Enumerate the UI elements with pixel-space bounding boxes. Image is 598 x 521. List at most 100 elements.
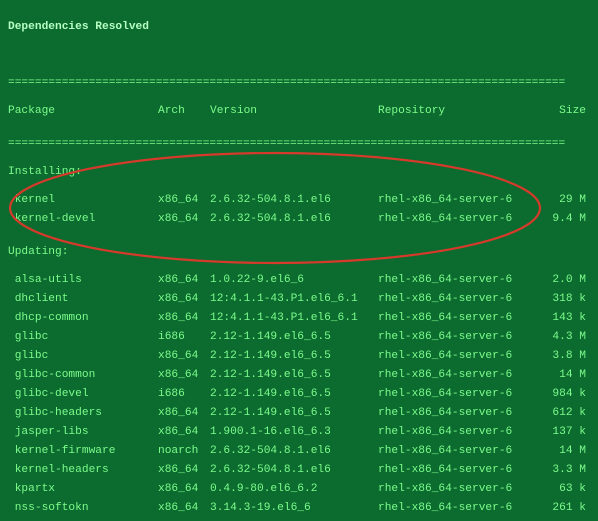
cell-arch: x86_64 <box>158 368 210 382</box>
cell-version: 0.4.9-80.el6_6.2 <box>210 482 378 496</box>
cell-repository: rhel-x86_64-server-6 <box>378 444 546 458</box>
cell-size: 984 k <box>546 387 586 401</box>
table-row: kernel-firmwarenoarch2.6.32-504.8.1.el6r… <box>8 444 590 463</box>
cell-arch: x86_64 <box>158 349 210 363</box>
cell-package: alsa-utils <box>8 273 158 287</box>
cell-repository: rhel-x86_64-server-6 <box>378 311 546 325</box>
cell-version: 2.12-1.149.el6_6.5 <box>210 330 378 344</box>
table-row: kernel-headersx86_642.6.32-504.8.1.el6rh… <box>8 463 590 482</box>
table-row: kpartxx86_640.4.9-80.el6_6.2rhel-x86_64-… <box>8 482 590 501</box>
cell-package: glibc <box>8 349 158 363</box>
cell-package: dhclient <box>8 292 158 306</box>
cell-version: 2.6.32-504.8.1.el6 <box>210 212 378 226</box>
cell-size: 261 k <box>546 501 586 515</box>
cell-arch: x86_64 <box>158 406 210 420</box>
cell-version: 2.6.32-504.8.1.el6 <box>210 193 378 207</box>
cell-repository: rhel-x86_64-server-6 <box>378 273 546 287</box>
cell-size: 14 M <box>546 368 586 382</box>
cell-size: 14 M <box>546 444 586 458</box>
col-arch: Arch <box>158 104 210 118</box>
cell-arch: x86_64 <box>158 425 210 439</box>
cell-repository: rhel-x86_64-server-6 <box>378 292 546 306</box>
cell-arch: x86_64 <box>158 463 210 477</box>
cell-repository: rhel-x86_64-server-6 <box>378 368 546 382</box>
cell-repository: rhel-x86_64-server-6 <box>378 406 546 420</box>
cell-arch: x86_64 <box>158 193 210 207</box>
terminal-output: Dependencies Resolved ==================… <box>0 0 598 521</box>
cell-package: kernel-firmware <box>8 444 158 458</box>
cell-size: 63 k <box>546 482 586 496</box>
heading: Dependencies Resolved <box>8 20 590 34</box>
blank-line <box>8 48 590 62</box>
col-version: Version <box>210 104 378 118</box>
cell-size: 29 M <box>546 193 586 207</box>
cell-repository: rhel-x86_64-server-6 <box>378 463 546 477</box>
column-headers: PackageArchVersionRepositorySize <box>8 104 590 123</box>
cell-arch: noarch <box>158 444 210 458</box>
cell-repository: rhel-x86_64-server-6 <box>378 425 546 439</box>
cell-version: 3.14.3-19.el6_6 <box>210 501 378 515</box>
cell-repository: rhel-x86_64-server-6 <box>378 482 546 496</box>
cell-arch: x86_64 <box>158 212 210 226</box>
cell-package: kernel-devel <box>8 212 158 226</box>
cell-size: 3.8 M <box>546 349 586 363</box>
cell-version: 12:4.1.1-43.P1.el6_6.1 <box>210 311 378 325</box>
table-row: dhclientx86_6412:4.1.1-43.P1.el6_6.1rhel… <box>8 292 590 311</box>
cell-package: dhcp-common <box>8 311 158 325</box>
table-row: glibcx86_642.12-1.149.el6_6.5rhel-x86_64… <box>8 349 590 368</box>
cell-package: jasper-libs <box>8 425 158 439</box>
cell-package: kernel-headers <box>8 463 158 477</box>
cell-repository: rhel-x86_64-server-6 <box>378 349 546 363</box>
table-row: jasper-libsx86_641.900.1-16.el6_6.3rhel-… <box>8 425 590 444</box>
cell-package: kernel <box>8 193 158 207</box>
cell-arch: i686 <box>158 387 210 401</box>
cell-arch: x86_64 <box>158 292 210 306</box>
cell-version: 1.0.22-9.el6_6 <box>210 273 378 287</box>
cell-version: 2.12-1.149.el6_6.5 <box>210 406 378 420</box>
table-row: nss-softoknx86_643.14.3-19.el6_6rhel-x86… <box>8 501 590 520</box>
cell-size: 318 k <box>546 292 586 306</box>
cell-size: 2.0 M <box>546 273 586 287</box>
cell-package: nss-softokn <box>8 501 158 515</box>
table-row: glibci6862.12-1.149.el6_6.5rhel-x86_64-s… <box>8 330 590 349</box>
cell-repository: rhel-x86_64-server-6 <box>378 330 546 344</box>
cell-version: 2.12-1.149.el6_6.5 <box>210 387 378 401</box>
cell-repository: rhel-x86_64-server-6 <box>378 193 546 207</box>
cell-size: 9.4 M <box>546 212 586 226</box>
cell-size: 143 k <box>546 311 586 325</box>
cell-repository: rhel-x86_64-server-6 <box>378 212 546 226</box>
table-row: alsa-utilsx86_641.0.22-9.el6_6rhel-x86_6… <box>8 273 590 292</box>
table-row: glibc-headersx86_642.12-1.149.el6_6.5rhe… <box>8 406 590 425</box>
cell-arch: x86_64 <box>158 501 210 515</box>
cell-package: glibc-devel <box>8 387 158 401</box>
cell-arch: i686 <box>158 330 210 344</box>
cell-version: 2.12-1.149.el6_6.5 <box>210 368 378 382</box>
cell-arch: x86_64 <box>158 311 210 325</box>
cell-arch: x86_64 <box>158 482 210 496</box>
col-repository: Repository <box>378 104 546 118</box>
cell-version: 2.6.32-504.8.1.el6 <box>210 463 378 477</box>
rule-line: ========================================… <box>8 137 590 151</box>
cell-version: 1.900.1-16.el6_6.3 <box>210 425 378 439</box>
cell-repository: rhel-x86_64-server-6 <box>378 387 546 401</box>
table-row: dhcp-commonx86_6412:4.1.1-43.P1.el6_6.1r… <box>8 311 590 330</box>
section-installing: Installing: <box>8 165 590 179</box>
section-updating: Updating: <box>8 245 590 259</box>
cell-package: glibc-headers <box>8 406 158 420</box>
cell-size: 137 k <box>546 425 586 439</box>
cell-package: glibc-common <box>8 368 158 382</box>
cell-size: 612 k <box>546 406 586 420</box>
rule-line: ========================================… <box>8 76 590 90</box>
cell-arch: x86_64 <box>158 273 210 287</box>
col-package: Package <box>8 104 158 118</box>
cell-package: kpartx <box>8 482 158 496</box>
cell-version: 2.12-1.149.el6_6.5 <box>210 349 378 363</box>
table-row: glibc-develi6862.12-1.149.el6_6.5rhel-x8… <box>8 387 590 406</box>
col-size: Size <box>546 104 586 118</box>
cell-version: 2.6.32-504.8.1.el6 <box>210 444 378 458</box>
cell-version: 12:4.1.1-43.P1.el6_6.1 <box>210 292 378 306</box>
cell-size: 4.3 M <box>546 330 586 344</box>
cell-package: glibc <box>8 330 158 344</box>
cell-repository: rhel-x86_64-server-6 <box>378 501 546 515</box>
table-row: kernelx86_642.6.32-504.8.1.el6rhel-x86_6… <box>8 193 590 212</box>
